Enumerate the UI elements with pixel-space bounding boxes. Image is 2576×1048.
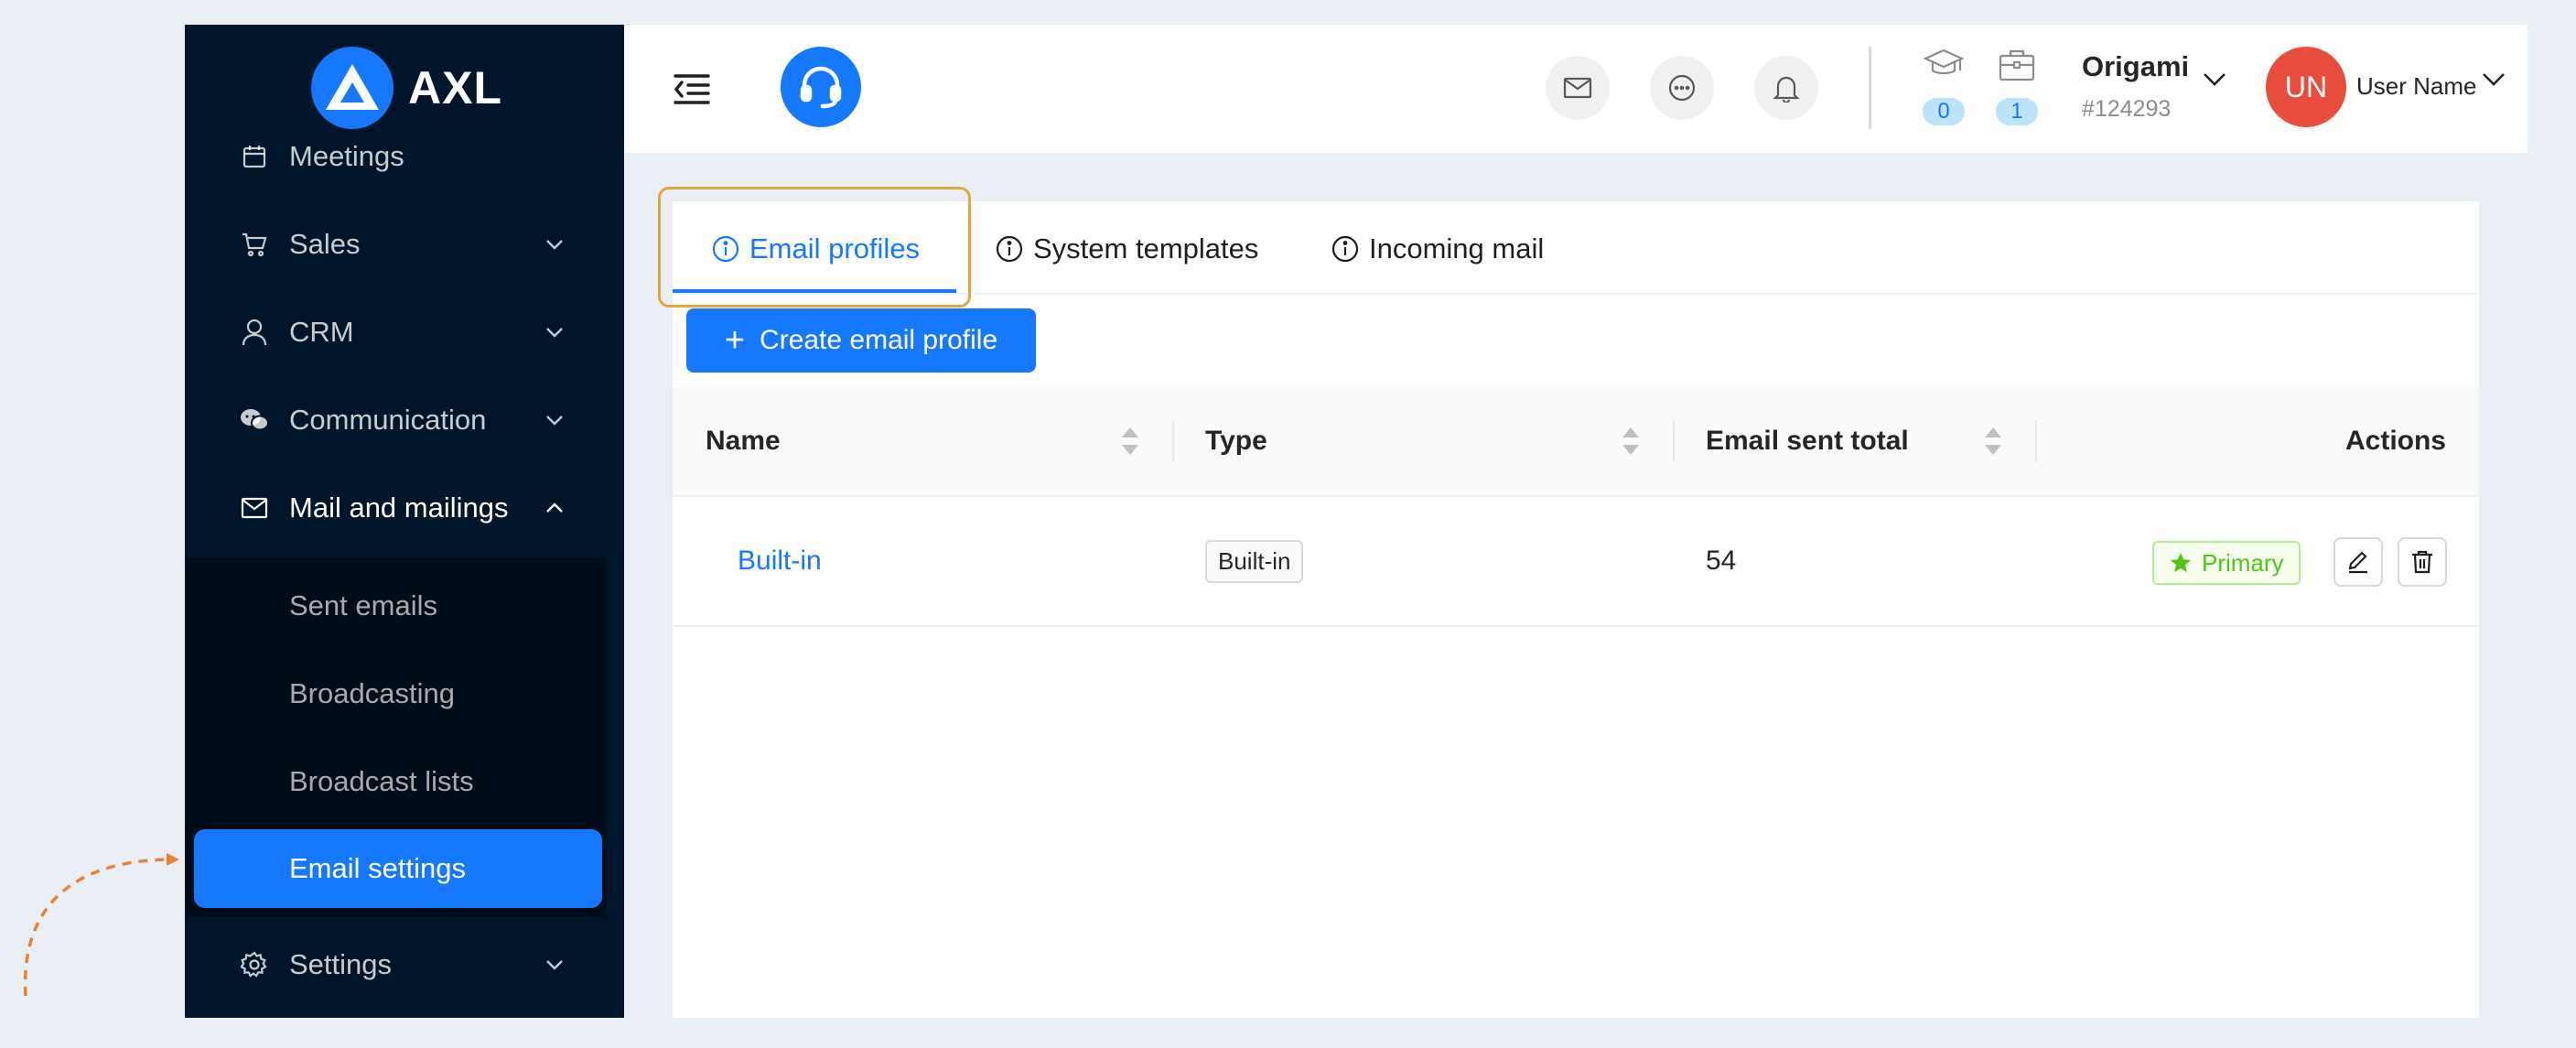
bell-icon[interactable] xyxy=(1754,56,1818,120)
message-icon[interactable] xyxy=(1650,56,1714,120)
chevron-down-icon xyxy=(544,409,566,431)
calendar-icon xyxy=(240,142,269,171)
sidebar-item-label: Mail and mailings xyxy=(289,492,509,524)
sidebar-subitem-sent-emails[interactable]: Sent emails xyxy=(185,569,606,643)
star-icon xyxy=(2171,553,2191,572)
tab-email-profiles[interactable]: Email profiles xyxy=(711,225,920,273)
tab-label: Incoming mail xyxy=(1369,232,1545,265)
brand-name: AXL xyxy=(408,62,502,113)
cart-icon xyxy=(240,230,269,259)
cases-badge[interactable]: 1 xyxy=(1991,47,2042,129)
create-button-label: Create email profile xyxy=(760,325,998,355)
chevron-down-icon xyxy=(544,233,566,255)
sidebar-subitem-label: Email settings xyxy=(289,852,466,884)
tab-label: System templates xyxy=(1033,232,1259,265)
tab-label: Email profiles xyxy=(749,232,921,265)
tab-incoming-mail[interactable]: Incoming mail xyxy=(1331,225,1544,273)
tabs: Email profiles System templates Incoming… xyxy=(658,187,2479,308)
logo[interactable]: AXL xyxy=(311,45,502,131)
sidebar-item-label: Sales xyxy=(289,228,361,260)
chevron-down-icon[interactable] xyxy=(2482,72,2509,100)
sidebar-item-label: Communication xyxy=(289,404,487,436)
table-header: Name Type Email sent total Actions xyxy=(673,387,2479,497)
logo-icon xyxy=(311,47,393,129)
sidebar-item-label: Meetings xyxy=(289,140,404,172)
sidebar-item-communication[interactable]: Communication xyxy=(185,384,624,457)
header-divider xyxy=(1869,47,1871,129)
column-header-name[interactable]: Name xyxy=(706,387,781,495)
sidebar-subitem-label: Broadcasting xyxy=(289,677,455,709)
chevron-down-icon xyxy=(544,321,566,343)
email-profiles-table: Name Type Email sent total Actions Built… xyxy=(673,387,2479,627)
avatar[interactable]: UN xyxy=(2266,47,2346,127)
sidebar-item-sales[interactable]: Sales xyxy=(185,208,624,281)
mail-icon xyxy=(240,493,269,523)
support-headset-icon[interactable] xyxy=(781,47,861,127)
org-id: #124293 xyxy=(2082,96,2172,122)
top-header: 0 1 Origami #124293 UN User Name xyxy=(624,25,2527,153)
tab-active-indicator xyxy=(673,289,956,293)
sidebar-subitem-broadcasting[interactable]: Broadcasting xyxy=(185,657,606,730)
column-header-actions: Actions xyxy=(2344,426,2446,456)
info-icon xyxy=(711,234,740,264)
user-icon xyxy=(240,318,269,347)
column-divider xyxy=(1172,420,1174,462)
sidebar-subitem-broadcast-lists[interactable]: Broadcast lists xyxy=(185,745,606,818)
courses-count: 0 xyxy=(1923,98,1965,125)
profile-name-link[interactable]: Built-in xyxy=(738,497,822,625)
sort-icon[interactable] xyxy=(1621,424,1641,459)
column-header-email-sent-total[interactable]: Email sent total xyxy=(1706,387,1909,495)
info-icon xyxy=(995,234,1024,264)
mail-icon[interactable] xyxy=(1546,56,1610,120)
sidebar-item-meetings[interactable]: Meetings xyxy=(185,120,624,193)
column-header-type[interactable]: Type xyxy=(1205,387,1267,495)
status-label: Primary xyxy=(2202,548,2284,577)
user-name[interactable]: User Name xyxy=(2356,72,2476,101)
briefcase-icon xyxy=(1997,47,2037,87)
column-divider xyxy=(1673,420,1675,462)
chevron-down-icon[interactable] xyxy=(2203,72,2230,100)
email-settings-card: Email profiles System templates Incoming… xyxy=(658,187,2479,1018)
sidebar-item-label: CRM xyxy=(289,316,354,348)
menu-collapse-icon[interactable] xyxy=(672,69,712,109)
sidebar-item-settings[interactable]: Settings xyxy=(185,928,624,1001)
org-name[interactable]: Origami xyxy=(2082,50,2189,83)
delete-button[interactable] xyxy=(2398,537,2447,587)
pointer-arrow-icon xyxy=(23,853,179,997)
gear-icon xyxy=(240,950,269,979)
email-sent-total-cell: 54 xyxy=(1706,546,1737,576)
sidebar-item-label: Settings xyxy=(289,948,393,980)
graduation-cap-icon xyxy=(1923,47,1965,87)
chat-icon xyxy=(240,405,269,435)
chevron-up-icon xyxy=(544,497,566,519)
info-icon xyxy=(1331,234,1360,264)
sidebar: AXL Meetings Sales CRM Communication Mai… xyxy=(185,25,624,1018)
primary-status-badge: Primary xyxy=(2152,541,2301,585)
type-tag: Built-in xyxy=(1205,539,1304,583)
sidebar-subitem-label: Broadcast lists xyxy=(289,765,474,797)
plus-icon: + xyxy=(724,321,746,360)
edit-button[interactable] xyxy=(2333,537,2383,587)
sidebar-subitem-email-settings[interactable]: Email settings xyxy=(194,829,602,908)
courses-badge[interactable]: 0 xyxy=(1918,47,1969,129)
trash-icon xyxy=(2412,550,2432,574)
table-row: Built-in Built-in 54 Primary xyxy=(673,497,2479,627)
type-cell: Built-in xyxy=(1205,497,1304,625)
sort-icon[interactable] xyxy=(1120,424,1140,459)
edit-icon xyxy=(2348,551,2367,574)
sidebar-item-crm[interactable]: CRM xyxy=(185,296,624,369)
create-email-profile-button[interactable]: + Create email profile xyxy=(686,308,1036,373)
column-divider xyxy=(2035,420,2037,462)
sidebar-subitem-label: Sent emails xyxy=(289,589,437,621)
tab-system-templates[interactable]: System templates xyxy=(995,225,1258,273)
chevron-down-icon xyxy=(544,954,566,976)
sort-icon[interactable] xyxy=(1983,424,2003,459)
cases-count: 1 xyxy=(1996,98,2038,125)
sidebar-item-mail-and-mailings[interactable]: Mail and mailings xyxy=(185,471,624,545)
